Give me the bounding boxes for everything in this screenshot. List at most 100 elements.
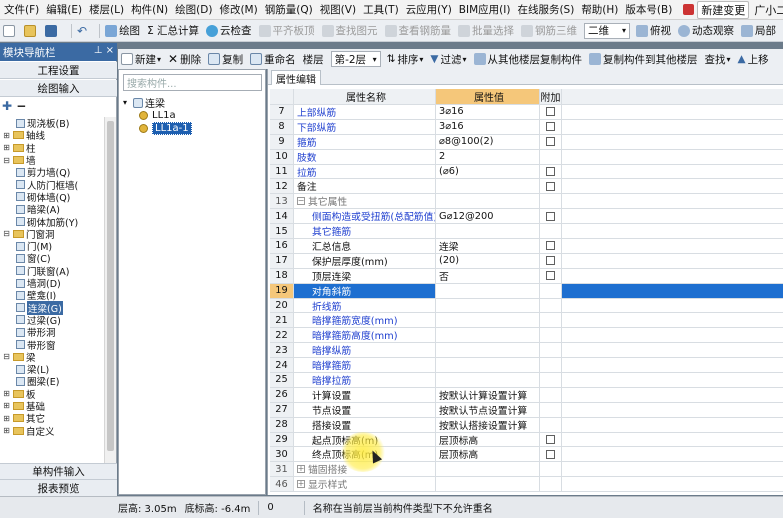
- copy-to-floor-button[interactable]: 复制构件到其他楼层: [589, 52, 698, 67]
- batch-select-button[interactable]: 批量选择: [458, 23, 514, 38]
- scrollbar-thumb[interactable]: [107, 121, 114, 451]
- property-name[interactable]: + 锚固搭接: [294, 462, 436, 477]
- menu-item[interactable]: 帮助(H): [581, 2, 618, 17]
- move-up-button[interactable]: ▲ 上移: [738, 52, 769, 67]
- property-value[interactable]: [436, 462, 540, 477]
- expand-icon[interactable]: +: [297, 480, 305, 489]
- add-icon[interactable]: ✚: [2, 99, 12, 113]
- sort-button[interactable]: ⇅ 排序 ▾: [387, 52, 424, 67]
- property-value[interactable]: [436, 373, 540, 387]
- property-value[interactable]: [436, 283, 540, 298]
- module-tree-scrollbar[interactable]: [104, 117, 116, 463]
- property-value[interactable]: [436, 477, 540, 492]
- property-name[interactable]: 对角斜筋: [294, 283, 436, 298]
- delete-button[interactable]: ✕ 删除: [168, 52, 201, 67]
- add-checkbox[interactable]: [546, 241, 555, 251]
- property-name[interactable]: 计算设置: [294, 387, 436, 402]
- property-name[interactable]: 折线筋: [294, 298, 436, 313]
- property-row[interactable]: 14 侧面构造或受扭筋(总配筋值) G⌀12@200: [270, 209, 783, 225]
- nav-tree-item[interactable]: 连梁(G): [0, 300, 104, 315]
- nav-tree-item[interactable]: ⊞ 其它: [0, 412, 104, 426]
- property-value[interactable]: [436, 313, 540, 328]
- property-row[interactable]: 9 箍筋 ⌀8@100(2): [270, 134, 783, 150]
- nav-tree-item[interactable]: 砌体墙(Q): [0, 191, 104, 204]
- collapse-icon[interactable]: ⊟: [2, 156, 11, 165]
- nav-tree-item[interactable]: ⊞ 柱: [0, 142, 104, 155]
- property-value[interactable]: (20): [436, 253, 540, 268]
- property-value[interactable]: 层顶标高: [436, 447, 540, 462]
- nav-tree-item[interactable]: 梁(L): [0, 363, 104, 376]
- expand-icon[interactable]: ⊞: [2, 143, 11, 152]
- nav-tree-item[interactable]: 门联窗(A): [0, 265, 104, 278]
- property-value[interactable]: [436, 179, 540, 194]
- property-row[interactable]: 18 顶层连梁 否: [270, 268, 783, 284]
- view-mode-select[interactable]: 二维 ▾: [584, 22, 631, 39]
- pin-close-icon[interactable]: ⊥ ×: [94, 45, 114, 56]
- property-name[interactable]: 起点顶标高(m): [294, 432, 436, 447]
- nav-tree-item[interactable]: 带形窗: [0, 338, 104, 352]
- copy-from-floor-button[interactable]: 从其他楼层复制构件: [473, 52, 582, 67]
- menu-item[interactable]: 工具(T): [363, 2, 399, 17]
- nav-tree-item[interactable]: 带形洞: [0, 326, 104, 339]
- property-row[interactable]: 23 暗撑纵筋: [270, 343, 783, 359]
- component-root[interactable]: ▾ 连梁: [123, 96, 263, 110]
- nav-tree-item[interactable]: ⊟ 墙: [0, 154, 104, 168]
- menu-item[interactable]: 楼层(L): [89, 2, 124, 17]
- save-button[interactable]: [45, 24, 59, 37]
- property-value[interactable]: (⌀6): [436, 164, 540, 179]
- menu-item[interactable]: 在线服务(S): [517, 2, 574, 17]
- property-value[interactable]: [436, 224, 540, 239]
- property-row[interactable]: 7 上部纵筋 3⌀16: [270, 105, 783, 120]
- partial-view-button[interactable]: 局部: [741, 23, 776, 38]
- menu-item[interactable]: BIM应用(I): [459, 2, 511, 17]
- property-value[interactable]: [436, 343, 540, 358]
- project-settings-button[interactable]: 工程设置: [0, 62, 117, 79]
- property-row[interactable]: 10 肢数 2: [270, 149, 783, 165]
- property-name[interactable]: 其它箍筋: [294, 224, 436, 239]
- expand-icon[interactable]: ⊞: [2, 389, 11, 398]
- expand-icon[interactable]: ⊞: [2, 131, 11, 140]
- collapse-icon[interactable]: ⊟: [2, 229, 11, 238]
- collapse-icon[interactable]: ⊟: [2, 352, 11, 361]
- collapse-icon[interactable]: ▾: [123, 98, 133, 107]
- property-row[interactable]: 27 节点设置 按默认节点设置计算: [270, 402, 783, 418]
- property-value[interactable]: 按默认计算设置计算: [436, 387, 540, 402]
- property-row[interactable]: 46 + 显示样式: [270, 477, 783, 493]
- nav-tree-item[interactable]: 过梁(G): [0, 314, 104, 327]
- add-checkbox[interactable]: [546, 449, 555, 459]
- property-value[interactable]: [436, 328, 540, 343]
- menu-item[interactable]: 视图(V): [320, 2, 356, 17]
- menu-item[interactable]: 修改(M): [219, 2, 257, 17]
- property-name[interactable]: − 其它属性: [294, 194, 436, 209]
- nav-tree-item[interactable]: 窗(C): [0, 252, 104, 265]
- property-value[interactable]: [436, 194, 540, 209]
- property-name[interactable]: 下部纵筋: [294, 119, 436, 134]
- collapse-icon[interactable]: −: [297, 197, 305, 206]
- property-name[interactable]: 侧面构造或受扭筋(总配筋值): [294, 209, 436, 224]
- nav-tree-item[interactable]: 剪力墙(Q): [0, 166, 104, 179]
- dynamic-view-button[interactable]: 动态观察: [678, 23, 734, 38]
- add-checkbox[interactable]: [546, 107, 555, 117]
- collapse-icon[interactable]: −: [16, 99, 26, 113]
- summary-calc-button[interactable]: Σ 汇总计算: [147, 23, 199, 38]
- expand-icon[interactable]: ⊞: [2, 401, 11, 410]
- property-row[interactable]: 29 起点顶标高(m) 层顶标高: [270, 432, 783, 448]
- rename-button[interactable]: 重命名: [250, 52, 296, 67]
- nav-tree-item[interactable]: ⊟ 门窗洞: [0, 228, 104, 241]
- add-checkbox[interactable]: [546, 256, 555, 266]
- property-row[interactable]: 26 计算设置 按默认计算设置计算: [270, 387, 783, 403]
- property-row[interactable]: 12 备注: [270, 179, 783, 195]
- add-checkbox[interactable]: [546, 435, 555, 445]
- add-checkbox[interactable]: [546, 137, 555, 147]
- new-change-button[interactable]: 新建变更: [697, 0, 750, 19]
- property-row[interactable]: 16 汇总信息 连梁: [270, 239, 783, 254]
- property-value[interactable]: [436, 298, 540, 313]
- property-row[interactable]: 22 暗撑箍筋高度(mm): [270, 328, 783, 344]
- menu-item[interactable]: 文件(F): [4, 2, 39, 17]
- single-input-button[interactable]: 单构件输入: [0, 463, 117, 480]
- nav-tree-item[interactable]: ⊞ 基础: [0, 400, 104, 413]
- copy-button[interactable]: 复制: [208, 52, 243, 67]
- property-name[interactable]: + 显示样式: [294, 477, 436, 492]
- report-preview-button[interactable]: 报表预览: [0, 480, 117, 497]
- nav-tree-item[interactable]: 壁龛(I): [0, 289, 104, 302]
